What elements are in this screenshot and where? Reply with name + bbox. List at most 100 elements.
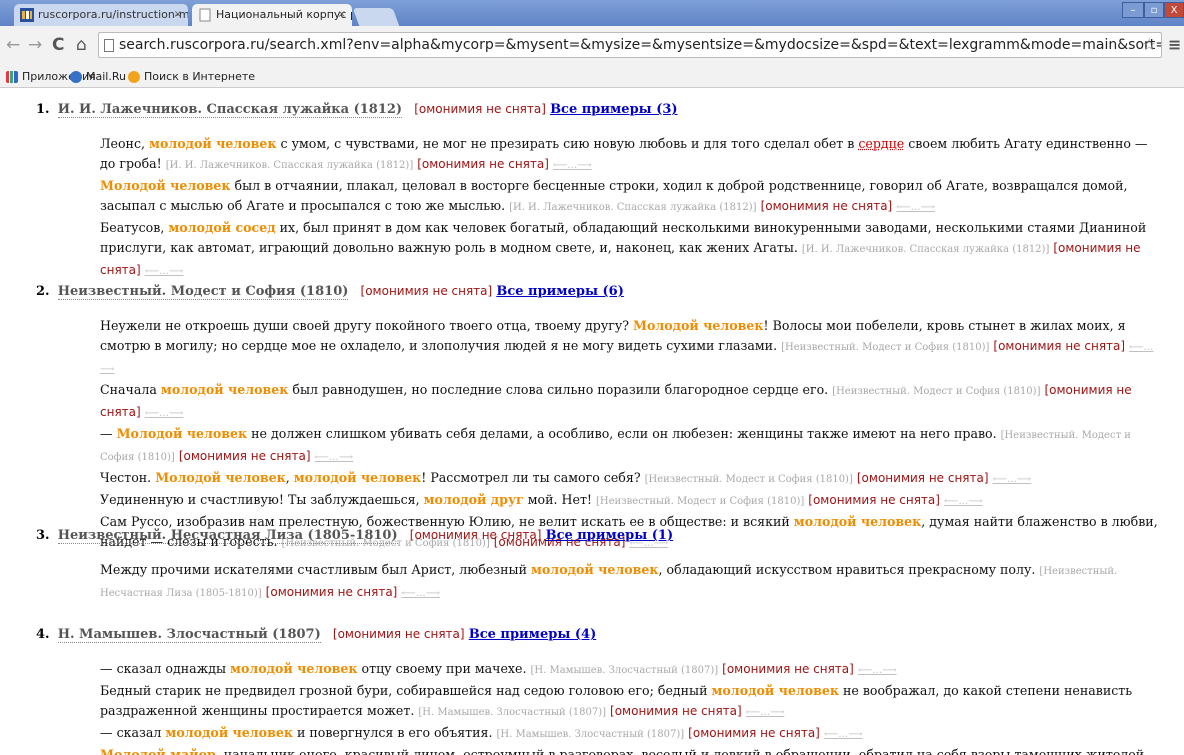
sentence-text: , начальник оного, красивый лицом, остро… [215, 747, 1149, 755]
all-examples-link[interactable]: Все примеры (1) [546, 528, 674, 543]
sentence-text: с умом, с чувствами, не мог не презирать… [276, 136, 859, 151]
back-arrow-icon[interactable]: ← [6, 35, 20, 55]
document-title[interactable]: Неизвестный. Модест и София (1810) [57, 284, 349, 300]
new-tab-button[interactable] [352, 8, 400, 26]
maximize-button[interactable]: ▫ [1144, 2, 1164, 18]
address-bar[interactable]: search.ruscorpora.ru/search.xml?env=alph… [98, 32, 1162, 58]
omonimia-label[interactable]: [омонимия не снята] [333, 627, 465, 641]
context-expand-link[interactable]: ⟵…⟶ [824, 729, 863, 740]
source-citation: [Н. Мамышев. Злосчастный (1807)] [530, 665, 719, 676]
source-citation: [Неизвестный. Модест и София (1810)] [832, 386, 1041, 397]
omonimia-label[interactable]: [омонимия не снята] [688, 726, 820, 740]
highlighted-match: молодой человек [165, 725, 293, 740]
sentence-text: был равнодушен, но последние слова сильн… [288, 382, 833, 397]
minimize-button[interactable]: – [1122, 2, 1144, 18]
examples-list: Неужели не откроешь души своей другу пок… [100, 316, 1160, 554]
highlighted-match: Молодой человек [116, 426, 248, 441]
bookmarks-bar: Приложения Mail.Ru Поиск в Интернете [0, 66, 1184, 88]
omonimia-label[interactable]: [омонимия не снята] [414, 102, 546, 116]
sentence-text: Сначала [100, 382, 161, 397]
reload-icon[interactable]: C [52, 35, 64, 55]
omonimia-label[interactable]: [омонимия не снята] [179, 449, 311, 463]
bookmark-mailru[interactable]: Mail.Ru [70, 69, 126, 85]
context-expand-link[interactable]: ⟵…⟶ [315, 452, 354, 463]
omonimia-label[interactable]: [омонимия не снята] [761, 199, 893, 213]
document-header: 2. Неизвестный. Модест и София (1810) [о… [36, 281, 1156, 302]
omonimia-label[interactable]: [омонимия не снята] [993, 339, 1125, 353]
omonimia-label[interactable]: [омонимия не снята] [361, 284, 493, 298]
example-sentence: — сказал молодой человек и повергнулся в… [100, 723, 1160, 745]
document-number: 1. [36, 102, 50, 117]
document-header: 3. Неизвестный. Несчастная Лиза (1805-18… [36, 525, 1156, 546]
chrome-menu-icon[interactable]: ≡ [1168, 35, 1181, 54]
context-expand-link[interactable]: ⟵…⟶ [401, 588, 440, 599]
tab-label: Национальный корпус русс [216, 8, 352, 21]
context-expand-link[interactable]: ⟵…⟶ [944, 496, 983, 507]
highlighted-match: молодой сосед [168, 220, 276, 235]
tab-corpus[interactable]: Национальный корпус русс × [192, 4, 352, 26]
context-expand-link[interactable]: ⟵…⟶ [553, 160, 592, 171]
document-number: 2. [36, 284, 50, 299]
all-examples-link[interactable]: Все примеры (4) [469, 627, 597, 642]
sentence-text: — сказал [100, 725, 166, 740]
context-expand-link[interactable]: ⟵…⟶ [145, 408, 184, 419]
tab-close-icon[interactable]: × [174, 4, 182, 26]
context-expand-link[interactable]: ⟵…⟶ [993, 474, 1032, 485]
source-citation: [Н. Мамышев. Злосчастный (1807)] [496, 729, 685, 740]
highlighted-match: Молодой человек [633, 318, 764, 333]
sentence-text: — сказал однажды [100, 661, 231, 676]
sentence-text: ! Рассмотрел ли ты самого себя? [421, 470, 645, 485]
home-icon[interactable]: ⌂ [76, 35, 87, 55]
highlighted-match: молодой человек [530, 562, 659, 577]
close-window-button[interactable]: X [1164, 2, 1184, 18]
result-document: 4. Н. Мамышев. Злосчастный (1807) [омони… [36, 624, 1156, 755]
document-header: 1. И. И. Лажечников. Спасская лужайка (1… [36, 99, 1156, 120]
omonimia-label[interactable]: [омонимия не снята] [410, 528, 542, 542]
context-expand-link[interactable]: ⟵…⟶ [858, 665, 897, 676]
source-citation: [Неизвестный. Модест и София (1810)] [595, 496, 805, 507]
sentence-text: — [100, 426, 117, 441]
highlighted-match: молодой человек [711, 683, 839, 698]
omonimia-label[interactable]: [омонимия не снята] [808, 493, 940, 507]
bookmark-search[interactable]: Поиск в Интернете [128, 69, 255, 85]
context-expand-link[interactable]: ⟵…⟶ [746, 707, 785, 718]
example-sentence: Беатусов, молодой сосед их, был принят в… [100, 218, 1160, 282]
omonimia-label[interactable]: [омонимия не снята] [722, 662, 854, 676]
tab-close-icon[interactable]: × [338, 4, 346, 26]
sentence-text: Беатусов, [100, 220, 169, 235]
bookmark-star-icon[interactable]: ☆ [1142, 35, 1156, 54]
highlighted-match: молодой человек [230, 661, 358, 676]
forward-arrow-icon[interactable]: → [28, 35, 42, 55]
omonimia-label[interactable]: [омонимия не снята] [857, 471, 989, 485]
example-sentence: Уединенную и счастливую! Ты заблуждаешьс… [100, 490, 1160, 512]
all-examples-link[interactable]: Все примеры (6) [496, 284, 624, 299]
document-number: 4. [36, 627, 50, 642]
tab-instruction[interactable]: ruscorpora.ru/instruction-ma × [14, 4, 188, 26]
all-examples-link[interactable]: Все примеры (3) [550, 102, 678, 117]
apps-grid-icon [6, 71, 18, 83]
sentence-text: Между прочими искателями счастливым был … [100, 562, 531, 577]
example-sentence: Бедный старик не предвидел грозной бури,… [100, 681, 1160, 723]
highlighted-match: молодой человек [293, 470, 422, 485]
search-icon [128, 71, 140, 83]
highlighted-match: молодой друг [423, 492, 524, 507]
document-title[interactable]: И. И. Лажечников. Спасская лужайка (1812… [57, 102, 403, 118]
document-title[interactable]: Неизвестный. Несчастная Лиза (1805-1810) [57, 528, 398, 544]
omonimia-label[interactable]: [омонимия не снята] [266, 585, 398, 599]
context-expand-link[interactable]: ⟵…⟶ [896, 202, 935, 213]
document-header: 4. Н. Мамышев. Злосчастный (1807) [омони… [36, 624, 1156, 645]
document-title[interactable]: Н. Мамышев. Злосчастный (1807) [57, 627, 321, 643]
omonimia-label[interactable]: [омонимия не снята] [417, 157, 549, 171]
sentence-text: Леонс, [100, 136, 149, 151]
browser-toolbar: ← → C ⌂ search.ruscorpora.ru/search.xml?… [0, 26, 1184, 66]
source-citation: [Н. Мамышев. Злосчастный (1807)] [418, 707, 607, 718]
omonimia-label[interactable]: [омонимия не снята] [610, 704, 742, 718]
highlighted-match: молодой человек [149, 136, 277, 151]
sentence-text: мой. Нет! [523, 492, 596, 507]
source-citation: [Неизвестный. Модест и София (1810)] [644, 474, 853, 485]
browser-titlebar: ruscorpora.ru/instruction-ma × Националь… [0, 0, 1184, 26]
tab-label: ruscorpora.ru/instruction-ma [38, 8, 188, 21]
examples-list: Между прочими искателями счастливым был … [100, 560, 1160, 604]
grammar-tag-word[interactable]: сердце [858, 136, 904, 151]
context-expand-link[interactable]: ⟵…⟶ [145, 266, 184, 277]
